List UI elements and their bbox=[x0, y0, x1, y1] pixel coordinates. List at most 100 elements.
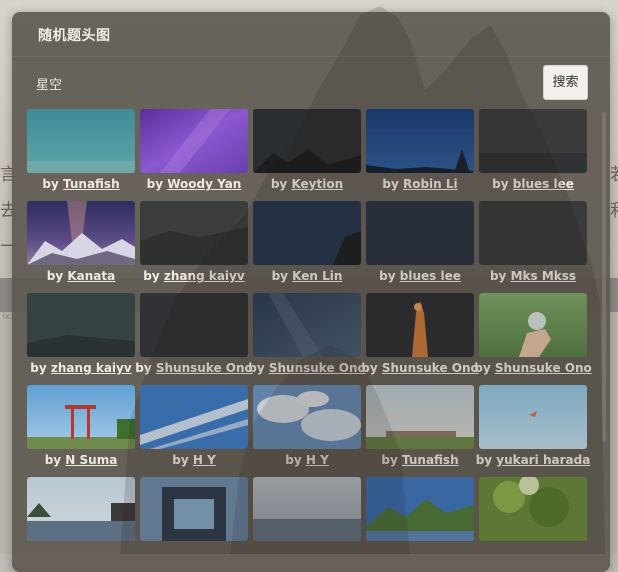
author-link[interactable]: Woody Yan bbox=[167, 177, 241, 191]
photo-credit: by Tunafish bbox=[358, 453, 482, 467]
photo-thumbnail[interactable] bbox=[27, 201, 135, 265]
dialog-title: 随机题头图 bbox=[38, 28, 111, 44]
photo-tile[interactable]: by Woody Yan bbox=[140, 109, 248, 199]
photo-tile[interactable]: by Tunafish bbox=[366, 385, 474, 475]
photo-thumbnail[interactable] bbox=[27, 293, 135, 357]
photo-thumbnail[interactable] bbox=[253, 109, 361, 173]
photo-thumbnail[interactable] bbox=[140, 109, 248, 173]
photo-tile[interactable]: by Mks Mkss bbox=[479, 201, 587, 291]
author-link[interactable]: Shunsuke Ono bbox=[495, 361, 592, 375]
credit-prefix: by bbox=[46, 269, 64, 283]
author-link[interactable]: N Suma bbox=[65, 453, 117, 467]
photo-tile[interactable]: by H Y bbox=[140, 385, 248, 475]
credit-prefix: by bbox=[379, 269, 396, 283]
credit-prefix: by bbox=[489, 269, 507, 283]
photo-credit: by Woody Yan bbox=[132, 177, 256, 191]
photo-credit: by zhang kaiyv bbox=[19, 361, 143, 375]
author-link[interactable]: blues lee bbox=[513, 177, 574, 191]
photo-thumbnail[interactable] bbox=[253, 201, 361, 265]
photo-tile[interactable]: by H Y bbox=[253, 385, 361, 475]
photo-tile[interactable]: by Shunsuke Ono bbox=[135, 293, 253, 383]
photo-tile[interactable]: by Kanata bbox=[27, 201, 135, 291]
title-divider bbox=[12, 56, 610, 57]
credit-prefix: by bbox=[135, 361, 152, 375]
credit-prefix: by bbox=[475, 453, 493, 467]
credit-prefix: by bbox=[172, 453, 189, 467]
photo-thumbnail[interactable] bbox=[366, 477, 474, 541]
author-link[interactable]: zhang kaiyv bbox=[164, 269, 245, 283]
credit-prefix: by bbox=[474, 361, 491, 375]
author-link[interactable]: Shunsuke Ono bbox=[269, 361, 366, 375]
photo-thumbnail[interactable] bbox=[479, 109, 587, 173]
author-link[interactable]: zhang kaiyv bbox=[51, 361, 132, 375]
photo-credit: by Tunafish bbox=[19, 177, 143, 191]
credit-prefix: by bbox=[248, 361, 265, 375]
photo-credit: by yukari harada bbox=[471, 453, 595, 467]
photo-credit: by Shunsuke Ono bbox=[132, 361, 256, 375]
background-char: 利 bbox=[610, 196, 618, 221]
photo-tile[interactable]: by zhang kaiyv bbox=[140, 201, 248, 291]
author-link[interactable]: yukari harada bbox=[496, 453, 590, 467]
author-link[interactable]: Shunsuke Ono bbox=[156, 361, 253, 375]
photo-credit: by H Y bbox=[132, 453, 256, 467]
photo-tile[interactable]: by Robin Li bbox=[366, 109, 474, 199]
author-link[interactable]: Kanata bbox=[67, 269, 115, 283]
author-link[interactable]: Tunafish bbox=[402, 453, 459, 467]
photo-tile[interactable]: by blues lee bbox=[366, 201, 474, 291]
photo-thumbnail[interactable] bbox=[253, 293, 361, 357]
photo-thumbnail[interactable] bbox=[140, 477, 248, 541]
photo-tile[interactable]: by zhang kaiyv bbox=[27, 293, 135, 383]
credit-prefix: by bbox=[146, 177, 164, 191]
photo-credit: by zhang kaiyv bbox=[132, 269, 256, 283]
photo-tile[interactable]: by Keytion bbox=[253, 109, 361, 199]
photo-tile[interactable]: by Shunsuke Ono bbox=[474, 293, 592, 383]
author-link[interactable]: Mks Mkss bbox=[511, 269, 576, 283]
author-link[interactable]: H Y bbox=[193, 453, 216, 467]
author-link[interactable]: blues lee bbox=[400, 269, 461, 283]
credit-prefix: by bbox=[381, 453, 398, 467]
photo-thumbnail[interactable] bbox=[27, 477, 135, 541]
credit-prefix: by bbox=[285, 453, 302, 467]
photo-tile[interactable]: by Shunsuke Ono bbox=[361, 293, 479, 383]
photo-thumbnail[interactable] bbox=[366, 385, 474, 449]
photo-thumbnail[interactable] bbox=[479, 385, 587, 449]
photo-credit: by Robin Li bbox=[358, 177, 482, 191]
photo-tile[interactable]: by Tunafish bbox=[27, 109, 135, 199]
photo-thumbnail[interactable] bbox=[479, 477, 587, 541]
author-link[interactable]: Keytion bbox=[291, 177, 343, 191]
credit-prefix: by bbox=[492, 177, 509, 191]
author-link[interactable]: Tunafish bbox=[63, 177, 120, 191]
author-link[interactable]: Ken Lin bbox=[292, 269, 342, 283]
author-link[interactable]: Robin Li bbox=[403, 177, 458, 191]
photo-thumbnail[interactable] bbox=[366, 109, 474, 173]
author-link[interactable]: Shunsuke Ono bbox=[382, 361, 479, 375]
photo-thumbnail[interactable] bbox=[253, 385, 361, 449]
photo-thumbnail[interactable] bbox=[27, 385, 135, 449]
photo-credit: by Kanata bbox=[19, 269, 143, 283]
photo-tile[interactable]: by Ken Lin bbox=[253, 201, 361, 291]
photo-credit: by Shunsuke Ono bbox=[245, 361, 369, 375]
photo-tile[interactable]: by N Suma bbox=[27, 385, 135, 475]
credit-prefix: by bbox=[143, 269, 160, 283]
photo-thumbnail[interactable] bbox=[479, 201, 587, 265]
photo-thumbnail[interactable] bbox=[479, 293, 587, 357]
credit-prefix: by bbox=[42, 177, 59, 191]
photo-thumbnail[interactable] bbox=[140, 201, 248, 265]
author-link[interactable]: H Y bbox=[306, 453, 329, 467]
photo-thumbnail[interactable] bbox=[27, 109, 135, 173]
photo-tile[interactable]: by yukari harada bbox=[476, 385, 590, 475]
photo-thumbnail[interactable] bbox=[366, 293, 474, 357]
photo-thumbnail[interactable] bbox=[366, 201, 474, 265]
dialog-scrollbar[interactable] bbox=[602, 112, 606, 442]
random-header-image-dialog: 随机题头图 星空 搜索 by Tunafish by Woody Yan by … bbox=[12, 12, 610, 572]
search-button[interactable]: 搜索 bbox=[543, 65, 588, 100]
photo-tile[interactable]: by Shunsuke Ono bbox=[248, 293, 366, 383]
photo-tile[interactable]: by blues lee bbox=[479, 109, 587, 199]
search-query-label: 星空 bbox=[36, 78, 63, 93]
photo-thumbnail[interactable] bbox=[253, 477, 361, 541]
photo-thumbnail[interactable] bbox=[140, 385, 248, 449]
photo-credit: by blues lee bbox=[358, 269, 482, 283]
credit-prefix: by bbox=[361, 361, 378, 375]
photo-thumbnail[interactable] bbox=[140, 293, 248, 357]
photo-credit: by Keytion bbox=[245, 177, 369, 191]
